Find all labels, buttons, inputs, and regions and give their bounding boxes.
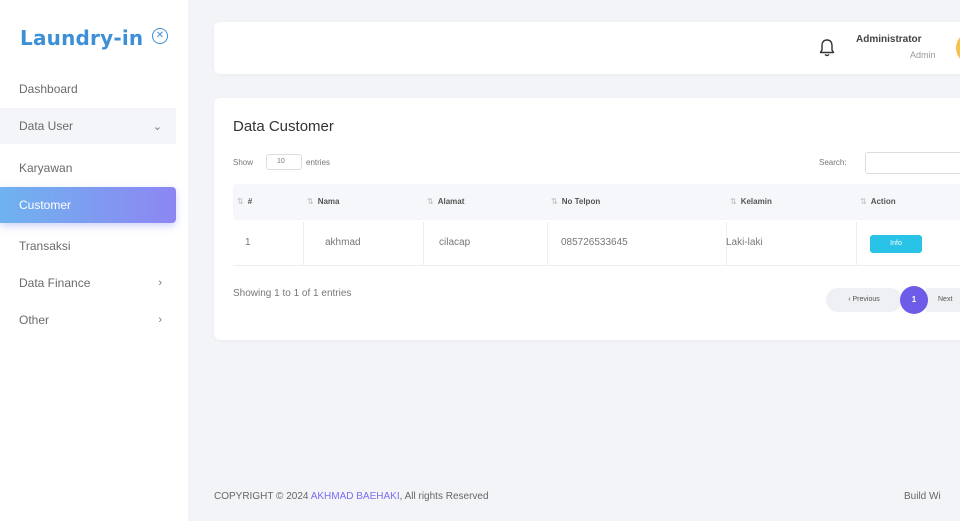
sidebar-item-customer[interactable]: Customer — [0, 187, 176, 223]
entries-label: entries — [306, 158, 331, 167]
chevron-right-icon: › — [158, 277, 162, 289]
info-button[interactable]: Info — [870, 235, 922, 253]
avatar[interactable] — [956, 32, 960, 64]
sidebar-item-label: Other — [19, 313, 50, 327]
sidebar-item-label: Transaksi — [19, 239, 71, 253]
sidebar-item-label: Data Finance — [19, 276, 91, 290]
next-page-button[interactable]: Next — [926, 288, 960, 312]
cell-alamat: cilacap — [439, 237, 471, 248]
entries-select[interactable]: 10 — [266, 154, 302, 170]
showing-entries-text: Showing 1 to 1 of 1 entries — [233, 288, 352, 299]
column-header-no[interactable]: ⇅ # — [237, 197, 252, 206]
top-bar: Administrator Admin — [214, 22, 960, 74]
column-header-telpon[interactable]: ⇅ No Telpon — [551, 197, 600, 206]
brand-logo[interactable]: Laundry-in — [20, 26, 143, 50]
sidebar-item-karyawan[interactable]: Karyawan — [0, 150, 176, 186]
copyright-text: COPYRIGHT © 2024 — [214, 491, 309, 502]
chevron-right-icon: › — [158, 314, 162, 326]
page-1-button[interactable]: 1 — [900, 286, 928, 314]
cell-kelamin: Laki-laki — [726, 237, 763, 248]
sidebar-item-label: Customer — [19, 198, 72, 212]
user-role: Admin — [910, 50, 936, 60]
sidebar: Laundry-in ✕ Dashboard Data User ⌄ Karya… — [0, 0, 188, 521]
sidebar-item-label: Karyawan — [19, 161, 73, 175]
sidebar-item-data-finance[interactable]: Data Finance › — [0, 265, 176, 301]
page-title: Data Customer — [233, 118, 334, 135]
user-name[interactable]: Administrator — [856, 34, 922, 45]
column-divider — [303, 222, 304, 266]
sidebar-item-label: Dashboard — [19, 82, 78, 96]
sidebar-item-data-user[interactable]: Data User ⌄ — [0, 108, 176, 144]
column-header-action[interactable]: ⇅ Action — [860, 197, 896, 206]
table-header: ⇅ # ⇅ Nama ⇅ Alamat ⇅ No Telpon ⇅ Kelamin ⇅ Ac… — [233, 184, 960, 220]
footer-copyright: COPYRIGHT © 2024 AKHMAD BAEHAKI, All rig… — [214, 491, 489, 502]
data-customer-card: Data Customer Show 10 entries Search: ⇅ #… — [214, 98, 960, 340]
previous-page-button[interactable]: ‹ Previous — [826, 288, 902, 312]
sidebar-item-other[interactable]: Other › — [0, 302, 176, 338]
bell-icon[interactable] — [818, 38, 836, 58]
table-row: 1 akhmad cilacap 085726533645 Laki-laki … — [233, 222, 960, 266]
search-label: Search: — [819, 158, 847, 167]
column-header-alamat[interactable]: ⇅ Alamat — [427, 197, 464, 206]
sidebar-item-label: Data User — [19, 119, 74, 133]
cell-nama: akhmad — [325, 237, 361, 248]
column-header-kelamin[interactable]: ⇅ Kelamin — [730, 197, 772, 206]
search-input[interactable] — [865, 152, 960, 174]
rights-text: , All rights Reserved — [399, 491, 489, 502]
chevron-down-icon: ⌄ — [152, 120, 162, 133]
footer-build-text: Build Wi — [904, 491, 941, 502]
column-divider — [547, 222, 548, 266]
column-divider — [423, 222, 424, 266]
column-header-nama[interactable]: ⇅ Nama — [307, 197, 340, 206]
author-link[interactable]: AKHMAD BAEHAKI — [311, 491, 400, 502]
cell-telpon: 085726533645 — [561, 237, 628, 248]
sidebar-item-dashboard[interactable]: Dashboard — [0, 71, 176, 107]
circle-x-icon[interactable]: ✕ — [152, 28, 168, 44]
show-label: Show — [233, 158, 254, 167]
column-divider — [856, 222, 857, 266]
cell-no: 1 — [245, 237, 251, 248]
sidebar-item-transaksi[interactable]: Transaksi — [0, 228, 176, 264]
